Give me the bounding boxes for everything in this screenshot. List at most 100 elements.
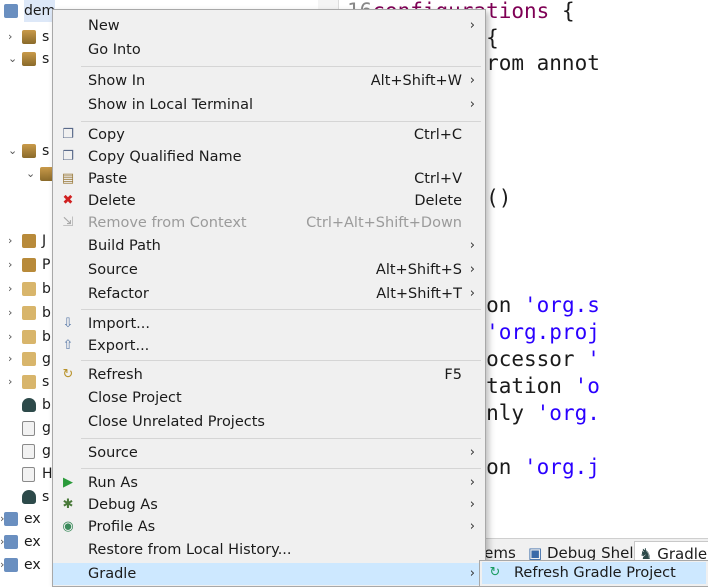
refresh-gradle-project-item[interactable]: ↻ Refresh Gradle Project bbox=[482, 562, 706, 584]
menu-item-label: Run As bbox=[88, 475, 138, 491]
menu-item-label: Copy Qualified Name bbox=[88, 149, 242, 165]
submenu-arrow-icon: › bbox=[469, 566, 475, 581]
menu-item-label: Close Project bbox=[88, 390, 182, 406]
menu-item-delete[interactable]: ✖ Delete Delete bbox=[53, 190, 485, 212]
menu-item-copy[interactable]: ❐ Copy Ctrl+C bbox=[53, 124, 485, 146]
menu-item-build-path[interactable]: Build Path › bbox=[53, 235, 485, 257]
expand-arrow-icon[interactable]: › bbox=[8, 348, 12, 370]
export-icon: ⇧ bbox=[62, 338, 74, 353]
tree-item-label: ex bbox=[24, 511, 41, 527]
doc-icon bbox=[22, 467, 35, 482]
doc-icon bbox=[22, 421, 35, 436]
menu-separator bbox=[81, 438, 481, 439]
menu-item-label: Source bbox=[88, 445, 138, 461]
menu-shortcut: F5 bbox=[444, 367, 462, 383]
menu-item-copy-qualified-name[interactable]: ❐ Copy Qualified Name bbox=[53, 146, 485, 168]
submenu-arrow-icon: › bbox=[469, 475, 475, 490]
delete-icon: ✖ bbox=[62, 193, 74, 208]
tree-item-label: g bbox=[42, 351, 51, 367]
run-icon: ▶ bbox=[63, 475, 73, 490]
menu-item-remove-from-context: ⇲ Remove from Context Ctrl+Alt+Shift+Down bbox=[53, 212, 485, 234]
proj-icon bbox=[4, 558, 18, 572]
tree-item-label: ex bbox=[24, 557, 41, 573]
expand-arrow-icon[interactable]: › bbox=[8, 371, 12, 393]
tree-item-label: P bbox=[42, 257, 51, 273]
folder-icon bbox=[22, 375, 36, 389]
import-icon: ⇩ bbox=[62, 316, 74, 331]
folder-icon bbox=[22, 282, 36, 296]
copy-icon: ❐ bbox=[62, 127, 74, 142]
pkg-icon bbox=[22, 30, 36, 44]
menu-item-label: Go Into bbox=[88, 42, 141, 58]
pkg-icon bbox=[22, 144, 36, 158]
menu-item-show-in[interactable]: Show In Alt+Shift+W › bbox=[53, 70, 485, 92]
menu-item-new[interactable]: New › bbox=[53, 15, 485, 37]
expand-arrow-icon[interactable]: › bbox=[8, 302, 12, 324]
code-token: 'org. bbox=[536, 401, 600, 425]
menu-item-show-in-local-terminal[interactable]: Show in Local Terminal › bbox=[53, 94, 485, 116]
menu-item-profile-as[interactable]: ◉ Profile As › bbox=[53, 516, 485, 538]
menu-item-debug-as[interactable]: ✱ Debug As › bbox=[53, 494, 485, 516]
refresh-icon: ↻ bbox=[62, 367, 74, 382]
menu-shortcut: Alt+Shift+T bbox=[376, 286, 462, 302]
menu-item-label: Gradle bbox=[88, 566, 137, 582]
menu-item-label: Export... bbox=[88, 338, 150, 354]
menu-item-close-project[interactable]: Close Project bbox=[53, 387, 485, 409]
proj-icon bbox=[4, 535, 18, 549]
code-token: 'org.j bbox=[524, 455, 600, 479]
tree-item-label: H bbox=[42, 466, 53, 482]
menu-separator bbox=[81, 66, 481, 67]
menu-item-source[interactable]: Source › bbox=[53, 442, 485, 464]
menu-item-close-unrelated-projects[interactable]: Close Unrelated Projects bbox=[53, 411, 485, 433]
menu-item-source[interactable]: Source Alt+Shift+S › bbox=[53, 259, 485, 281]
tree-item-label: J bbox=[42, 233, 47, 249]
menu-item-gradle[interactable]: Gradle › bbox=[53, 563, 485, 585]
menu-item-label: Refresh bbox=[88, 367, 143, 383]
menu-item-label: Restore from Local History... bbox=[88, 542, 292, 558]
collapse-arrow-icon[interactable]: ⌄ bbox=[8, 140, 17, 162]
expand-arrow-icon[interactable]: › bbox=[8, 326, 12, 348]
tree-item-label: s bbox=[42, 29, 50, 45]
menu-item-label: Profile As bbox=[88, 519, 156, 535]
remove-context-icon: ⇲ bbox=[62, 215, 74, 230]
folder-icon bbox=[22, 352, 36, 366]
menu-item-run-as[interactable]: ▶ Run As › bbox=[53, 472, 485, 494]
menu-item-import[interactable]: ⇩ Import... bbox=[53, 313, 485, 335]
folder-icon bbox=[22, 330, 36, 344]
folder-icon bbox=[22, 306, 36, 320]
profile-icon: ◉ bbox=[62, 519, 74, 534]
tree-item-label: s bbox=[42, 143, 50, 159]
menu-item-export[interactable]: ⇧ Export... bbox=[53, 335, 485, 357]
menu-item-label: Show in Local Terminal bbox=[88, 97, 254, 113]
code-token: 'o bbox=[574, 374, 600, 398]
submenu-arrow-icon: › bbox=[469, 238, 475, 253]
menu-item-refresh[interactable]: ↻ Refresh F5 bbox=[53, 364, 485, 386]
submenu-arrow-icon: › bbox=[469, 497, 475, 512]
menu-separator bbox=[81, 309, 481, 310]
collapse-arrow-icon[interactable]: ⌄ bbox=[8, 48, 17, 70]
menu-item-restore-from-local-history[interactable]: Restore from Local History... bbox=[53, 539, 485, 561]
menu-item-label: Refactor bbox=[88, 286, 149, 302]
expand-arrow-icon[interactable]: › bbox=[8, 26, 12, 48]
menu-item-label: Copy bbox=[88, 127, 125, 143]
code-token: { bbox=[549, 0, 575, 23]
expand-arrow-icon[interactable]: › bbox=[8, 278, 12, 300]
expand-arrow-icon[interactable]: › bbox=[8, 230, 12, 252]
expand-arrow-icon[interactable]: › bbox=[8, 254, 12, 276]
menu-item-label: Remove from Context bbox=[88, 215, 247, 231]
tree-item-label: b bbox=[42, 397, 51, 413]
menu-item-paste[interactable]: ▤ Paste Ctrl+V bbox=[53, 168, 485, 190]
menu-shortcut: Ctrl+C bbox=[413, 127, 462, 143]
gradle-icon bbox=[22, 398, 36, 412]
submenu-arrow-icon: › bbox=[469, 97, 475, 112]
doc-icon bbox=[22, 444, 35, 459]
menu-shortcut: Alt+Shift+W bbox=[370, 73, 462, 89]
paste-icon: ▤ bbox=[61, 171, 75, 186]
menu-item-refactor[interactable]: Refactor Alt+Shift+T › bbox=[53, 283, 485, 305]
menu-item-label: Build Path bbox=[88, 238, 161, 254]
collapse-arrow-icon[interactable]: ⌄ bbox=[26, 163, 35, 185]
menu-item-go-into[interactable]: Go Into bbox=[53, 39, 485, 61]
menu-shortcut: Delete bbox=[414, 193, 462, 209]
pkg-icon bbox=[22, 52, 36, 66]
menu-shortcut: Ctrl+V bbox=[414, 171, 462, 187]
